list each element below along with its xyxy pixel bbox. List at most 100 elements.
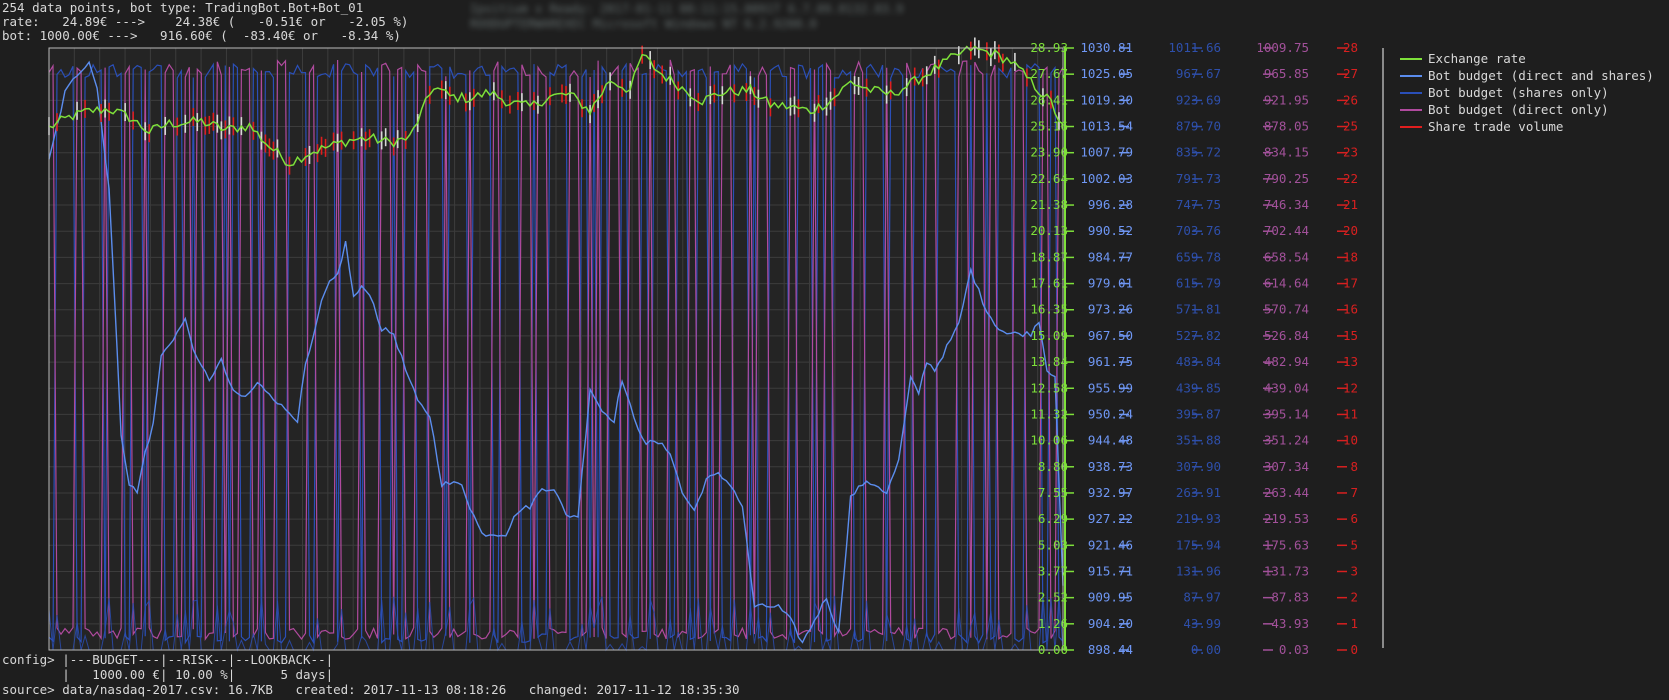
source-line: source> data/nasdaq-2017.csv: 16.7KB cre… [2, 682, 740, 697]
volume-tick-label: 5 [1350, 537, 1358, 552]
rate-tick-label: 6.29 [1038, 511, 1068, 526]
legend-item: Share trade volume [1400, 118, 1654, 135]
budget-tick-label: 909.95 [1088, 590, 1133, 605]
volume-tick-label: 10 [1343, 433, 1358, 448]
direct-tick-label: 219.53 [1264, 511, 1309, 526]
rate-tick-label: 11.32 [1030, 406, 1068, 421]
shares-tick-label: 615.79 [1176, 276, 1221, 291]
rate-tick-label: 25.16 [1030, 119, 1068, 134]
legend-label: Bot budget (direct only) [1428, 102, 1609, 117]
rate-tick-label: 8.80 [1038, 459, 1068, 474]
volume-tick-label: 8 [1350, 459, 1358, 474]
direct-tick-label: 570.74 [1264, 302, 1309, 317]
budget-tick-label: 1019.30 [1080, 92, 1133, 107]
direct-tick-label: 175.63 [1264, 537, 1309, 552]
direct-tick-label: 526.84 [1264, 328, 1309, 343]
rate-tick-label: 7.55 [1038, 485, 1068, 500]
legend-item: Bot budget (direct and shares) [1400, 67, 1654, 84]
direct-tick-label: 131.73 [1264, 563, 1309, 578]
budget-tick-label: 904.20 [1088, 616, 1133, 631]
rate-tick-label: 23.90 [1030, 145, 1068, 160]
config-line-2: | 1000.00 €| 10.00 %| 5 days| [2, 667, 334, 682]
shares-tick-label: 351.88 [1176, 433, 1221, 448]
budget-tick-label: 1007.79 [1080, 145, 1133, 160]
rate-tick-label: 5.03 [1038, 537, 1068, 552]
legend-label: Bot budget (direct and shares) [1428, 68, 1654, 83]
budget-tick-label: 921.46 [1088, 537, 1133, 552]
direct-tick-label: 482.94 [1264, 354, 1309, 369]
rate-tick-label: 15.09 [1030, 328, 1068, 343]
rate-tick-label: 3.77 [1038, 563, 1068, 578]
rate-tick-label: 2.52 [1038, 590, 1068, 605]
shares-tick-label: 0.00 [1191, 642, 1221, 657]
shares-tick-label: 307.90 [1176, 459, 1221, 474]
shares-tick-label: 483.84 [1176, 354, 1221, 369]
shares-tick-label: 395.87 [1176, 406, 1221, 421]
direct-tick-label: 395.14 [1264, 406, 1309, 421]
volume-tick-label: 1 [1350, 616, 1358, 631]
direct-tick-label: 87.83 [1271, 590, 1309, 605]
volume-tick-label: 18 [1343, 249, 1358, 264]
legend-swatch [1400, 57, 1422, 60]
rate-tick-label: 17.61 [1030, 276, 1068, 291]
budget-tick-label: 932.97 [1088, 485, 1133, 500]
chart-legend: Exchange rate Bot budget (direct and shar… [1400, 50, 1654, 135]
direct-tick-label: 263.44 [1264, 485, 1309, 500]
direct-tick-label: 307.34 [1264, 459, 1309, 474]
shares-tick-label: 219.93 [1176, 511, 1221, 526]
volume-tick-label: 21 [1343, 197, 1358, 212]
shares-tick-label: 879.70 [1176, 119, 1221, 134]
legend-separator [1382, 48, 1384, 648]
volume-tick-label: 20 [1343, 223, 1358, 238]
budget-tick-label: 950.24 [1088, 406, 1133, 421]
direct-tick-label: 439.04 [1264, 380, 1309, 395]
direct-tick-label: 834.15 [1264, 145, 1309, 160]
config-line-1: config> |---BUDGET---|--RISK--|--LOOKBAC… [2, 652, 334, 667]
shares-tick-label: 527.82 [1176, 328, 1221, 343]
rate-tick-label: 16.35 [1030, 302, 1068, 317]
direct-tick-label: 965.85 [1264, 66, 1309, 81]
budget-tick-label: 979.01 [1088, 276, 1133, 291]
legend-swatch [1400, 108, 1422, 111]
direct-tick-label: 878.05 [1264, 119, 1309, 134]
budget-tick-label: 1030.81 [1080, 40, 1133, 55]
budget-tick-label: 961.75 [1088, 354, 1133, 369]
budget-tick-label: 944.48 [1088, 433, 1133, 448]
budget-tick-label: 996.28 [1088, 197, 1133, 212]
direct-tick-label: 614.64 [1264, 276, 1309, 291]
shares-tick-label: 791.73 [1176, 171, 1221, 186]
direct-tick-label: 351.24 [1264, 433, 1309, 448]
rate-tick-label: 12.58 [1030, 380, 1068, 395]
shares-tick-label: 571.81 [1176, 302, 1221, 317]
rate-tick-label: 0.00 [1038, 642, 1068, 657]
rate-tick-label: 21.38 [1030, 197, 1068, 212]
legend-item: Exchange rate [1400, 50, 1654, 67]
direct-tick-label: 746.34 [1264, 197, 1309, 212]
rate-tick-label: 26.41 [1030, 92, 1068, 107]
volume-tick-label: 25 [1343, 119, 1358, 134]
shares-tick-label: 747.75 [1176, 197, 1221, 212]
direct-tick-label: 921.95 [1264, 92, 1309, 107]
direct-tick-label: 0.03 [1279, 642, 1309, 657]
rate-tick-label: 28.93 [1030, 40, 1068, 55]
direct-tick-label: 702.44 [1264, 223, 1309, 238]
rate-tick-label: 18.87 [1030, 249, 1068, 264]
shares-tick-label: 967.67 [1176, 66, 1221, 81]
legend-label: Exchange rate [1428, 51, 1526, 66]
shares-tick-label: 659.78 [1176, 249, 1221, 264]
budget-tick-label: 973.26 [1088, 302, 1133, 317]
direct-tick-label: 658.54 [1264, 249, 1309, 264]
volume-tick-label: 13 [1343, 354, 1358, 369]
rate-tick-label: 22.64 [1030, 171, 1068, 186]
volume-tick-label: 26 [1343, 92, 1358, 107]
budget-tick-label: 915.71 [1088, 563, 1133, 578]
budget-tick-label: 984.77 [1088, 249, 1133, 264]
direct-tick-label: 43.93 [1271, 616, 1309, 631]
direct-tick-label: 790.25 [1264, 171, 1309, 186]
volume-tick-label: 11 [1343, 406, 1358, 421]
budget-tick-label: 1013.54 [1080, 119, 1133, 134]
volume-tick-label: 16 [1343, 302, 1358, 317]
legend-label: Share trade volume [1428, 119, 1564, 134]
volume-tick-label: 23 [1343, 145, 1358, 160]
budget-tick-label: 1002.03 [1080, 171, 1133, 186]
